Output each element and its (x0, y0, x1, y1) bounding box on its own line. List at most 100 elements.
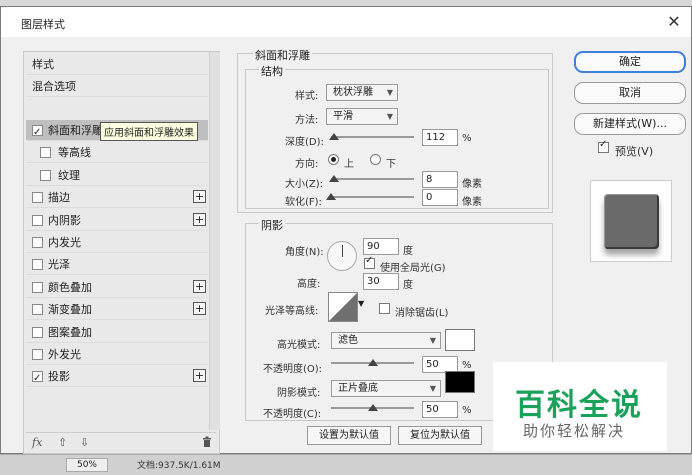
effect-label: 纹理 (58, 168, 80, 182)
watermark-title: 百科全说 (515, 388, 643, 423)
add-effect-icon[interactable]: + (193, 369, 206, 383)
antialias-label: 消除锯齿(L) (395, 308, 449, 319)
trash-icon[interactable] (202, 436, 212, 450)
effect-row[interactable]: 图案叠加 (26, 322, 208, 343)
soften-input[interactable]: 0 (422, 189, 458, 206)
opacity2-input[interactable]: 50 (422, 401, 458, 418)
effect-row[interactable]: 内发光 (26, 232, 208, 253)
fx-icon[interactable]: fx (32, 436, 42, 449)
effect-label: 内发光 (48, 236, 81, 249)
effect-checkbox[interactable] (32, 326, 43, 338)
new-style-button[interactable]: 新建样式(W)... (574, 113, 686, 135)
global-light-label: 使用全局光(G) (380, 263, 446, 274)
angle-label: 角度(N): (285, 247, 324, 258)
opacity1-label: 不透明度(O): (263, 364, 323, 375)
blend-options-label: 混合选项 (32, 80, 76, 93)
effect-checkbox[interactable] (32, 214, 43, 226)
altitude-label: 高度: (297, 279, 321, 290)
effect-label: 斜面和浮雕 (48, 124, 103, 137)
size-slider-track[interactable] (331, 178, 414, 180)
effect-checkbox[interactable] (32, 304, 43, 316)
size-label: 大小(Z): (285, 179, 324, 190)
effect-row[interactable]: 光泽 (26, 254, 208, 276)
shading-title: 阴影 (259, 217, 285, 233)
shadow-mode-value: 正片叠底 (338, 383, 378, 394)
effect-checkbox[interactable] (32, 122, 43, 143)
move-up-icon[interactable]: ⇧ (58, 436, 67, 449)
angle-dial[interactable] (327, 241, 357, 271)
styles-list: 样式 混合选项 斜面和浮雕等高线纹理描边 + 内阴影 + 内发光光泽颜色叠加 + 渐变叠加 +… (23, 51, 220, 454)
preview-square (604, 194, 659, 249)
direction-up-radio[interactable] (328, 154, 339, 165)
soften-slider-thumb[interactable] (326, 193, 336, 200)
soften-unit: 像素 (462, 197, 482, 208)
watermark: 百科全说 助你轻松解决 (493, 362, 667, 451)
method-select[interactable]: 平滑 ▼ (326, 108, 398, 125)
soften-slider-track[interactable] (331, 196, 414, 198)
highlight-mode-select[interactable]: 滤色 ▼ (331, 332, 441, 349)
effect-checkbox[interactable] (40, 169, 51, 181)
shadow-mode-select[interactable]: 正片叠底 ▼ (331, 380, 441, 397)
effect-checkbox[interactable] (32, 349, 43, 360)
gloss-contour-picker[interactable] (328, 292, 358, 322)
styles-header[interactable]: 样式 (26, 54, 208, 75)
effect-row[interactable]: 等高线 (26, 142, 208, 164)
reset-default-button[interactable]: 复位为默认值 (398, 426, 482, 445)
effect-row[interactable]: 描边 + (26, 187, 208, 209)
highlight-color-swatch[interactable] (445, 329, 475, 351)
effect-checkbox[interactable] (32, 368, 43, 389)
effect-checkbox[interactable] (40, 147, 51, 159)
antialias-checkbox[interactable] (379, 303, 390, 314)
doc-size: 文档:937.5K/1.61M (137, 461, 221, 471)
size-input[interactable]: 8 (422, 171, 458, 188)
blend-options[interactable]: 混合选项 (26, 76, 208, 97)
list-scrollbar[interactable] (209, 52, 220, 430)
chevron-down-icon[interactable]: ▼ (358, 299, 364, 308)
style-select-value: 枕状浮雕 (333, 87, 373, 98)
effect-row[interactable]: 内阴影 + (26, 210, 208, 231)
preview-checkbox[interactable] (598, 139, 609, 153)
effect-row[interactable]: 投影 + (26, 366, 208, 389)
direction-down-radio[interactable] (370, 154, 381, 165)
add-effect-icon[interactable]: + (193, 279, 206, 293)
chevron-down-icon: ▼ (429, 384, 436, 393)
cancel-button[interactable]: 取消 (574, 82, 686, 104)
effect-row[interactable]: 外发光 (26, 344, 208, 365)
opacity2-slider-thumb[interactable] (367, 404, 378, 411)
shadow-color-swatch[interactable] (445, 371, 475, 393)
effect-checkbox[interactable] (32, 259, 43, 271)
style-preview (590, 180, 672, 262)
effect-checkbox[interactable] (32, 281, 43, 293)
effect-row[interactable]: 渐变叠加 + (26, 299, 208, 321)
altitude-input[interactable]: 30 (363, 273, 399, 290)
depth-slider-thumb[interactable] (329, 133, 340, 140)
list-footer: fx ⇧ ⇩ (26, 432, 216, 452)
add-effect-icon[interactable]: + (193, 212, 206, 226)
size-slider-thumb[interactable] (329, 175, 340, 182)
opacity1-slider-thumb[interactable] (367, 359, 378, 366)
move-down-icon[interactable]: ⇩ (80, 436, 89, 449)
opacity2-label: 不透明度(C): (263, 409, 322, 420)
gloss-contour-label: 光泽等高线: (265, 306, 319, 317)
effect-checkbox[interactable] (32, 192, 43, 204)
close-icon[interactable]: ✕ (665, 13, 683, 31)
angle-input[interactable]: 90 (363, 238, 399, 255)
style-select[interactable]: 枕状浮雕 ▼ (326, 84, 398, 101)
effect-label: 外发光 (48, 348, 81, 361)
effect-checkbox[interactable] (32, 237, 43, 248)
add-effect-icon[interactable]: + (193, 190, 206, 204)
effect-row[interactable]: 颜色叠加 + (26, 277, 208, 298)
window-title: 图层样式 (21, 18, 65, 31)
depth-input[interactable]: 112 (422, 129, 458, 146)
depth-slider-track[interactable] (331, 136, 414, 138)
bevel-section-title: 斜面和浮雕 (253, 47, 312, 63)
direction-down-label: 下 (386, 159, 396, 170)
zoom-level[interactable]: 50% (66, 458, 108, 472)
global-light-checkbox[interactable] (364, 255, 375, 269)
highlight-mode-label: 高光模式: (277, 340, 321, 351)
effect-row[interactable]: 纹理 (26, 165, 208, 186)
ok-button[interactable]: 确定 (574, 51, 686, 73)
add-effect-icon[interactable]: + (193, 302, 206, 316)
make-default-button[interactable]: 设置为默认值 (307, 426, 391, 445)
status-bar: 50% 文档:937.5K/1.61M (0, 454, 692, 475)
